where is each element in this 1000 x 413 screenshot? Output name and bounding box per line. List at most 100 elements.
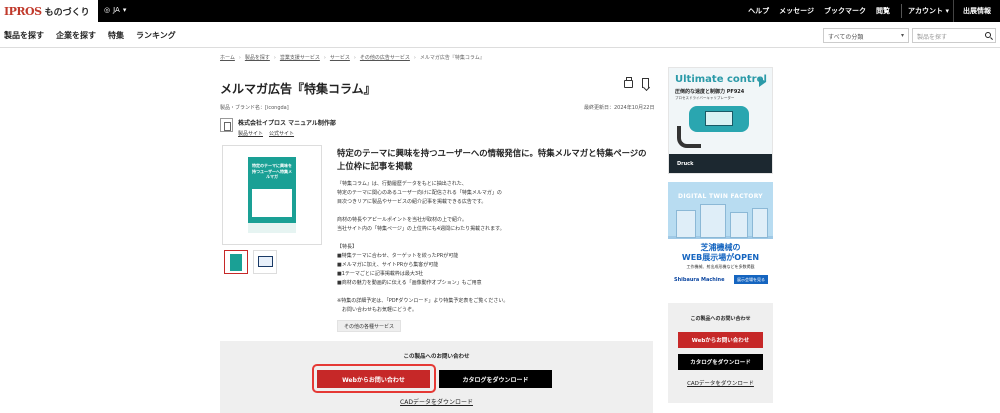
help-link[interactable]: ヘルプ <box>748 6 769 16</box>
ad-banner-druck[interactable]: Ultimate control 圧倒的な速度と制御力 PF924 プロセスドラ… <box>668 67 773 174</box>
breadcrumb-separator: › <box>413 54 416 61</box>
breadcrumb-services[interactable]: サービス <box>330 54 350 61</box>
building-shape <box>676 210 696 238</box>
bookmark-link[interactable]: ブックマーク <box>824 6 866 16</box>
device-screen <box>705 111 733 126</box>
description-line: 【特長】 <box>337 244 358 250</box>
ad-caption: 工作機械、射出成形機などを多数掲載 <box>686 264 755 269</box>
register-button[interactable]: 出展情報 <box>953 0 1000 22</box>
description-line: 『特集コラム』は、行動履歴データをもとに抽出された、 <box>337 181 467 187</box>
search-icon[interactable] <box>985 32 991 38</box>
poster-footer <box>248 223 296 233</box>
language-label: JA <box>113 6 120 14</box>
contact-title: この製品へのお問い合わせ <box>403 354 470 360</box>
play-icon <box>759 77 766 87</box>
header-divider <box>901 4 902 18</box>
cad-download-link[interactable]: CADデータをダウンロード <box>220 397 653 406</box>
product-main-image[interactable]: 特定のテーマに興味を持つユーザーへ特集メルマガ <box>222 145 322 245</box>
catalog-download-button[interactable]: カタログをダウンロード <box>439 370 552 388</box>
category-select[interactable]: すべての分類 ▾ <box>823 28 909 43</box>
chevron-down-icon: ▾ <box>900 32 904 39</box>
description-line: 目次つきリアに製品やサービスの紹介記事を掲載できる広告です。 <box>337 199 487 205</box>
thumbnail-image <box>230 254 242 271</box>
building-shape <box>752 208 768 238</box>
search-placeholder: 製品を探す <box>917 34 948 41</box>
chevron-down-icon: ▾ <box>945 7 949 15</box>
ad-title: Ultimate control <box>675 74 767 85</box>
breadcrumb-sales-support[interactable]: 営業支援サービス <box>280 54 320 61</box>
logo-text: IPROS <box>4 4 42 18</box>
breadcrumb-separator: › <box>323 54 326 61</box>
account-label: アカウント <box>908 7 943 15</box>
ad-banner-shibaura[interactable]: DIGITAL TWIN FACTORY 芝浦機械の WEB展示場がOPEN 工… <box>668 182 773 290</box>
ad-headline-2: WEB展示場がOPEN <box>681 253 760 262</box>
history-link[interactable]: 閲覧 <box>876 6 890 16</box>
thumbnail-2[interactable] <box>253 250 277 274</box>
sidebar-web-contact-button[interactable]: Webからお問い合わせ <box>678 332 763 348</box>
ad-enter-button[interactable]: 展示会場を見る <box>734 275 768 284</box>
breadcrumb-separator: › <box>273 54 276 61</box>
globe-icon: ◎ <box>104 6 111 14</box>
description-line: 商材の特長やアピールポイントを当社が取材の上で紹介。 <box>337 217 468 223</box>
breadcrumb-separator: › <box>353 54 356 61</box>
ad-top-text: DIGITAL TWIN FACTORY <box>678 193 763 200</box>
description-line: ■商材の魅力を動画的に伝える「画像動作オプション」もご用意 <box>337 280 482 286</box>
description-line: お問い合わせもお気軽にどうぞ。 <box>337 307 418 313</box>
logo-subtext: ものづくり <box>44 7 90 18</box>
top-bar: IPROS ものづくり ◎ JA ▾ ヘルプ メッセージ ブックマーク 閲覧 ア… <box>0 0 1000 22</box>
description-headline: 特定のテーマに興味を持つユーザーへの情報発信に。特集メルマガと特集ページの上位枠… <box>337 148 647 171</box>
language-switch[interactable]: ◎ JA ▾ <box>104 6 126 14</box>
description-line: 特定のテーマに関心のあるユーザー向けに配信される「特集メルマガ」の <box>337 190 502 196</box>
message-link[interactable]: メッセージ <box>779 6 814 16</box>
sidebar-contact-title: この製品へのお問い合わせ <box>690 316 751 322</box>
building-shape <box>730 212 748 238</box>
ad-brand: Shibaura Machine <box>674 277 725 283</box>
building-shape <box>700 204 726 238</box>
sidebar-contact: この製品へのお問い合わせ Webからお問い合わせ カタログをダウンロード CAD… <box>668 303 773 403</box>
category-select-value: すべての分類 <box>828 34 864 41</box>
chevron-down-icon: ▾ <box>122 6 127 14</box>
description-line: ■1テーマごとに記事掲載枠は最大3社 <box>337 271 424 277</box>
official-site-link[interactable]: 公式サイト <box>269 130 294 137</box>
ad-footer: Druck <box>669 154 772 173</box>
nav-item-features[interactable]: 特集 <box>108 30 124 41</box>
last-updated: 最終更新日：2024年10月22日 <box>584 105 655 111</box>
other-services-button[interactable]: その他の各種サービス <box>337 320 401 332</box>
ad-brand: Druck <box>677 161 694 167</box>
monitor-icon <box>258 256 273 267</box>
search-input[interactable]: 製品を探す <box>912 28 996 43</box>
ad-subtitle: 圧倒的な速度と制御力 PF924 <box>675 89 745 95</box>
web-contact-button[interactable]: Webからお問い合わせ <box>317 370 430 388</box>
brand-name: 製品・ブランド名：[icongda] <box>220 105 289 111</box>
description-line: ■特集テーマに合わせ、ターゲットを絞ったPRが可能 <box>337 253 459 259</box>
contact-section: この製品へのお問い合わせ Webからお問い合わせ カタログをダウンロード CAD… <box>220 341 653 413</box>
ad-caption: プロセスドライバーキャリブレーター <box>675 96 735 100</box>
account-menu[interactable]: アカウント ▾ <box>908 6 949 16</box>
site-logo[interactable]: IPROS ものづくり <box>0 0 98 22</box>
nav-item-ranking[interactable]: ランキング <box>136 30 176 41</box>
main-nav: 製品を探す 企業を探す 特集 ランキング すべての分類 ▾ 製品を探す <box>0 22 1000 48</box>
print-icon[interactable] <box>624 77 633 88</box>
header-links: ヘルプ メッセージ ブックマーク 閲覧 <box>748 6 890 16</box>
company-info: 株式会社イプロス マニュアル制作部 製品サイト 公式サイト <box>220 118 336 137</box>
device-cable <box>677 126 701 148</box>
poster-text: 特定のテーマに興味を持つユーザーへ特集メルマガ <box>252 163 292 179</box>
description-line: 当社サイト内の「特集ページ」の上位枠にも4週間にわたり掲載されます。 <box>337 226 505 232</box>
page-title: メルマガ広告『特集コラム』 <box>220 82 376 96</box>
description-line: ※特集の詳細予定は、「PDFダウンロード」より特集予定表をご覧ください。 <box>337 298 509 304</box>
company-name[interactable]: 株式会社イプロス マニュアル制作部 <box>238 118 336 127</box>
breadcrumb: ホーム › 製品を探す › 営業支援サービス › サービス › その他の広告サー… <box>220 54 485 62</box>
breadcrumb-home[interactable]: ホーム <box>220 54 235 61</box>
sidebar-catalog-button[interactable]: カタログをダウンロード <box>678 354 763 370</box>
breadcrumb-products[interactable]: 製品を探す <box>245 54 270 61</box>
bookmark-icon[interactable] <box>642 78 649 88</box>
breadcrumb-current: メルマガ広告『特集コラム』 <box>419 55 485 61</box>
sidebar-cad-link[interactable]: CADデータをダウンロード <box>668 379 773 387</box>
nav-item-products[interactable]: 製品を探す <box>4 30 44 41</box>
nav-item-companies[interactable]: 企業を探す <box>56 30 96 41</box>
breadcrumb-other-ads[interactable]: その他の広告サービス <box>360 54 410 61</box>
product-site-link[interactable]: 製品サイト <box>238 130 263 137</box>
thumbnail-list <box>224 250 277 274</box>
poster-illustration <box>252 189 292 217</box>
thumbnail-1[interactable] <box>224 250 248 274</box>
